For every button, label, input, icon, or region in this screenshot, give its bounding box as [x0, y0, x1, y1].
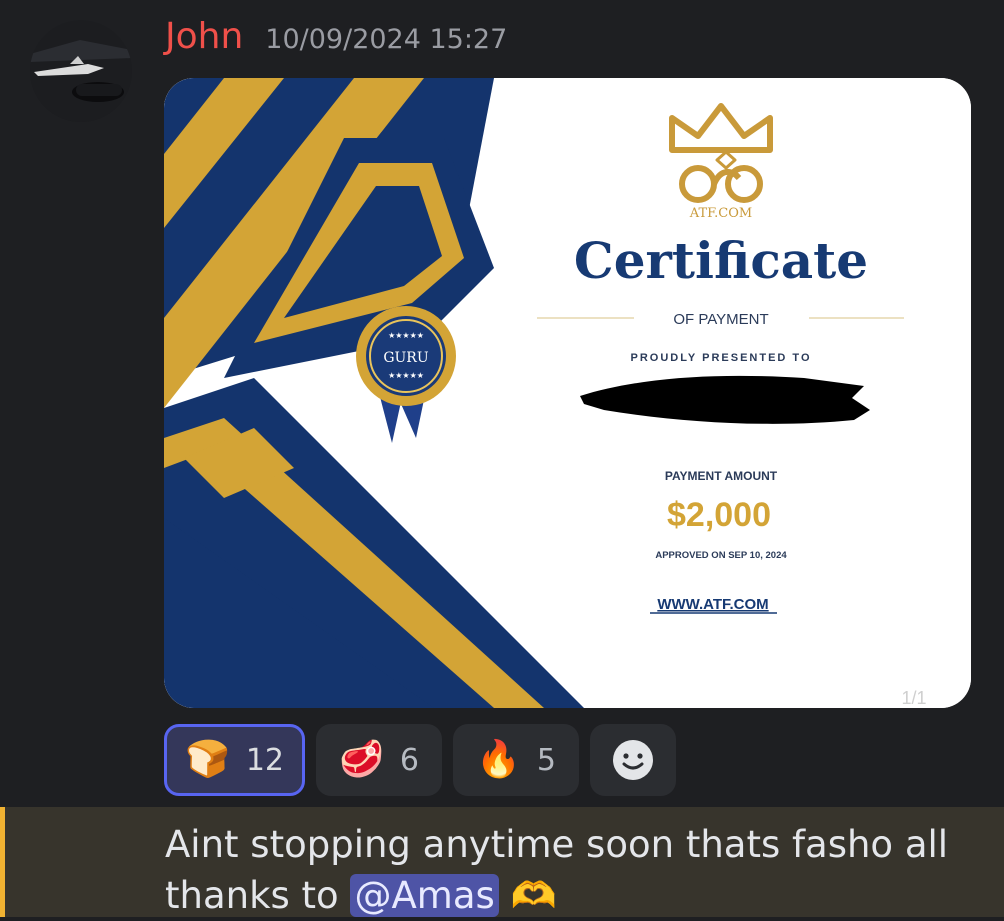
reaction-count: 6 — [399, 742, 419, 778]
smiley-face-icon — [613, 740, 653, 780]
message-content: Aint stopping anytime soon thats fasho a… — [165, 819, 985, 921]
reaction-count: 12 — [245, 742, 284, 778]
presented-to-label: PROUDLY PRESENTED TO — [631, 352, 812, 364]
user-mention[interactable]: @Amas — [350, 874, 499, 917]
page-indicator: 1/1 — [901, 688, 926, 708]
certificate-image: GURU ★★★★★ ★★★★★ ATF.COM Certificate OF … — [164, 78, 971, 708]
certificate-url: WWW.ATF.COM — [657, 596, 768, 613]
message-header: John 10/09/2024 15:27 — [165, 16, 507, 66]
fire-emoji-icon: 🔥 — [476, 739, 521, 780]
reaction-fire[interactable]: 🔥 5 — [453, 724, 579, 796]
payment-amount: $2,000 — [667, 496, 771, 534]
steak-emoji-icon: 🥩 — [339, 739, 384, 780]
avatar-image — [30, 20, 132, 122]
certificate-subtitle: OF PAYMENT — [673, 311, 768, 328]
approved-date: APPROVED ON SEP 10, 2024 — [655, 550, 787, 561]
heart-hands-emoji-icon: 🫶 — [510, 874, 557, 917]
certificate-title: Certificate — [574, 231, 868, 290]
image-attachment[interactable]: GURU ★★★★★ ★★★★★ ATF.COM Certificate OF … — [164, 78, 971, 708]
svg-text:★★★★★: ★★★★★ — [388, 331, 424, 340]
payment-amount-label: PAYMENT AMOUNT — [665, 469, 778, 483]
avatar[interactable] — [30, 20, 132, 122]
seal-text: GURU — [383, 350, 429, 366]
mention-highlight-bar — [0, 807, 5, 917]
highlighted-message[interactable]: Aint stopping anytime soon thats fasho a… — [0, 807, 1004, 917]
reaction-bread[interactable]: 🍞 12 — [164, 724, 305, 796]
timestamp[interactable]: 10/09/2024 15:27 — [265, 24, 507, 55]
brand-text: ATF.COM — [689, 206, 752, 221]
add-reaction-button[interactable] — [590, 724, 676, 796]
reaction-count: 5 — [536, 742, 556, 778]
bread-emoji-icon: 🍞 — [184, 739, 230, 780]
username[interactable]: John — [165, 16, 243, 57]
svg-text:★★★★★: ★★★★★ — [388, 371, 424, 380]
reactions-bar: 🍞 12 🥩 6 🔥 5 — [164, 724, 676, 796]
reaction-steak[interactable]: 🥩 6 — [316, 724, 442, 796]
